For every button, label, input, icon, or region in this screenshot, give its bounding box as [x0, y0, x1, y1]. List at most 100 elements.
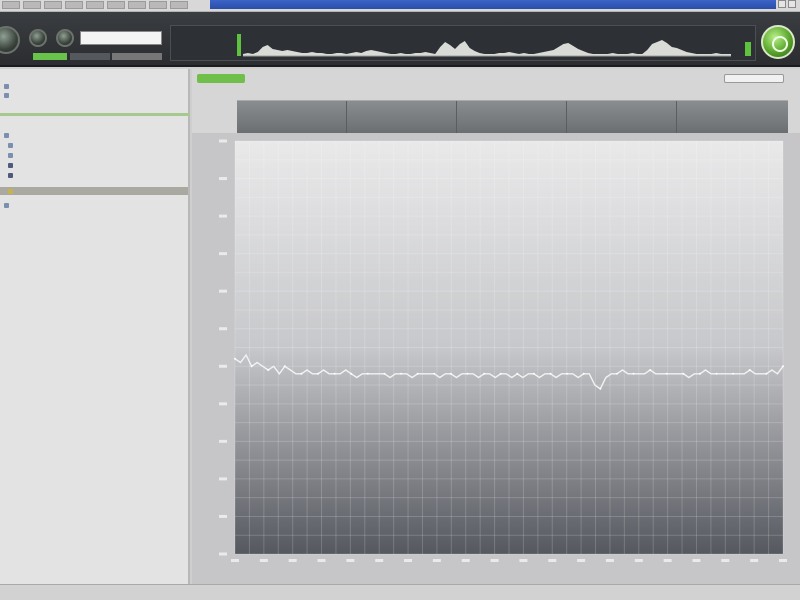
menu-items — [2, 1, 188, 9]
column-header-strip — [237, 100, 788, 134]
status-indicator-green — [33, 53, 67, 60]
waveform-overview[interactable] — [170, 25, 756, 61]
data-point — [682, 372, 685, 375]
menu-item-help[interactable] — [107, 1, 125, 9]
status-bar — [0, 584, 800, 600]
menu-item-view[interactable] — [44, 1, 62, 9]
tree-item[interactable] — [4, 131, 11, 139]
sidebar — [0, 69, 190, 584]
data-point — [366, 372, 369, 375]
toolbar-button-grey[interactable] — [112, 53, 162, 60]
data-point — [649, 369, 652, 372]
data-point — [782, 365, 784, 368]
menu-item-extra-2[interactable] — [149, 1, 167, 9]
waveform-end-marker[interactable] — [745, 42, 751, 56]
y-tick-label — [219, 139, 227, 143]
main-panel — [192, 69, 800, 584]
tree-item[interactable] — [4, 201, 11, 209]
y-tick-label — [219, 327, 227, 331]
menu-item-file[interactable] — [2, 1, 20, 9]
x-tick-label — [721, 559, 730, 562]
item-icon — [4, 202, 9, 208]
column-header[interactable] — [347, 101, 457, 134]
panel-option-button[interactable] — [724, 74, 784, 83]
x-tick-label — [404, 559, 413, 562]
search-input[interactable] — [80, 31, 162, 45]
y-tick-label — [219, 252, 227, 256]
item-icon — [4, 92, 9, 98]
main-dial-knob[interactable] — [0, 26, 20, 54]
tree-item[interactable] — [8, 171, 15, 179]
menu-item-edit[interactable] — [23, 1, 41, 9]
data-point — [317, 372, 320, 375]
tab-active[interactable] — [197, 74, 245, 83]
data-point — [466, 372, 469, 375]
data-point — [483, 372, 486, 375]
tree-item-selected[interactable] — [8, 187, 15, 195]
line-chart — [192, 133, 800, 584]
x-tick-label — [490, 559, 499, 562]
tree-item[interactable] — [8, 161, 15, 169]
y-tick-label — [219, 402, 227, 406]
sidebar-selected-highlight — [0, 187, 188, 195]
x-tick-label — [548, 559, 557, 562]
maximize-icon[interactable] — [788, 0, 796, 8]
menu-item-extra-3[interactable] — [170, 1, 188, 9]
tree-item[interactable] — [8, 141, 15, 149]
item-icon — [8, 172, 13, 178]
chart-area[interactable] — [192, 133, 800, 584]
x-tick-label — [375, 559, 384, 562]
data-point — [499, 372, 502, 375]
data-point — [615, 372, 618, 375]
secondary-dial-knob[interactable] — [29, 29, 47, 47]
toolbar-button-dark[interactable] — [70, 53, 110, 60]
sidebar-divider — [0, 113, 190, 116]
data-point — [715, 372, 718, 375]
tree-item[interactable] — [8, 151, 15, 159]
x-tick-label — [231, 559, 239, 562]
y-tick-label — [219, 514, 227, 518]
toolbar — [0, 12, 800, 67]
data-point — [283, 365, 286, 368]
menu-bar — [0, 0, 800, 12]
column-header[interactable] — [567, 101, 677, 134]
data-point — [765, 372, 768, 375]
sidebar-item[interactable] — [4, 91, 11, 99]
data-point — [350, 372, 353, 375]
minimize-icon[interactable] — [778, 0, 786, 8]
window-controls — [778, 0, 796, 8]
menu-item-extra-1[interactable] — [128, 1, 146, 9]
data-point — [267, 369, 270, 372]
column-header[interactable] — [677, 101, 787, 134]
x-tick-label — [577, 559, 586, 562]
x-tick-label — [605, 559, 614, 562]
y-tick-label — [219, 177, 227, 181]
x-tick-label — [432, 559, 441, 562]
tertiary-dial-knob[interactable] — [56, 29, 74, 47]
folder-icon — [4, 132, 9, 138]
column-header[interactable] — [457, 101, 567, 134]
y-tick-label — [219, 439, 227, 443]
data-point — [449, 372, 452, 375]
data-point — [400, 372, 403, 375]
column-header[interactable] — [237, 101, 347, 134]
data-point — [433, 372, 436, 375]
item-icon — [8, 162, 13, 168]
data-point — [566, 372, 569, 375]
y-tick-label — [219, 364, 227, 368]
data-point — [416, 372, 419, 375]
data-point — [532, 372, 535, 375]
x-tick-label — [519, 559, 528, 562]
data-point — [300, 372, 303, 375]
menu-item-window[interactable] — [86, 1, 104, 9]
menu-item-tools[interactable] — [65, 1, 83, 9]
data-point — [516, 372, 519, 375]
x-tick-label — [317, 559, 326, 562]
sidebar-item[interactable] — [4, 82, 11, 90]
item-icon — [8, 142, 13, 148]
item-icon — [8, 152, 13, 158]
data-point — [250, 365, 253, 368]
waveform-start-marker[interactable] — [237, 34, 241, 56]
x-tick-label — [346, 559, 355, 562]
go-button[interactable] — [761, 25, 795, 59]
